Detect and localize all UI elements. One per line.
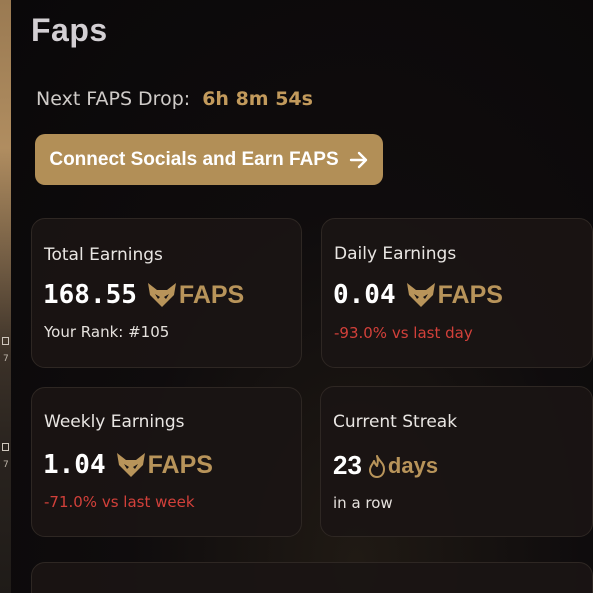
- total-earnings-label: Total Earnings: [44, 245, 163, 265]
- current-streak-label: Current Streak: [333, 412, 458, 432]
- total-earnings-card: Total Earnings 168.55 FAPS Your Rank: #1…: [31, 218, 302, 368]
- faps-page: 7 7 Faps Next FAPS Drop: 6h 8m 54s Conne…: [0, 0, 593, 593]
- next-drop-label: Next FAPS Drop:: [36, 88, 191, 110]
- total-earnings-value-row: 168.55 FAPS: [43, 280, 244, 310]
- streak-subtext: in a row: [333, 494, 393, 512]
- fox-icon: [147, 283, 176, 307]
- next-drop-countdown: 6h 8m 54s: [202, 88, 313, 110]
- weekly-earnings-card: Weekly Earnings 1.04 FAPS -71.0% vs last…: [31, 387, 302, 537]
- strip-box-icon: [2, 443, 9, 451]
- daily-earnings-label: Daily Earnings: [334, 244, 457, 264]
- weekly-earnings-value-row: 1.04 FAPS: [43, 450, 213, 480]
- next-drop-row: Next FAPS Drop: 6h 8m 54s: [36, 88, 313, 110]
- daily-earnings-value: 0.04: [333, 280, 396, 310]
- fox-icon: [116, 453, 145, 477]
- flame-icon: [368, 454, 385, 478]
- strip-glyph: 7: [3, 354, 9, 364]
- weekly-earnings-unit: FAPS: [147, 450, 213, 479]
- total-earnings-unit: FAPS: [178, 280, 245, 309]
- weekly-earnings-value: 1.04: [43, 450, 106, 480]
- weekly-change: -71.0% vs last week: [44, 493, 195, 511]
- daily-earnings-card: Daily Earnings 0.04 FAPS -93.0% vs last …: [321, 218, 593, 368]
- total-earnings-value: 168.55: [43, 280, 137, 310]
- connect-socials-label: Connect Socials and Earn FAPS: [49, 148, 339, 170]
- user-rank: Your Rank: #105: [44, 323, 170, 341]
- strip-box-icon: [2, 337, 9, 345]
- page-title: Faps: [31, 12, 108, 48]
- daily-change: -93.0% vs last day: [334, 324, 473, 342]
- arrow-right-icon: [349, 151, 367, 168]
- daily-earnings-unit: FAPS: [437, 280, 503, 309]
- current-streak-card: Current Streak 23 days in a row: [320, 386, 593, 537]
- background-window-strip: 7 7: [0, 0, 11, 593]
- current-streak-value-row: 23 days: [333, 450, 438, 481]
- strip-glyph: 7: [3, 460, 9, 470]
- current-streak-unit: days: [387, 452, 439, 478]
- fox-icon: [406, 283, 435, 307]
- next-section-card: [31, 562, 593, 593]
- weekly-earnings-label: Weekly Earnings: [44, 412, 185, 432]
- connect-socials-button[interactable]: Connect Socials and Earn FAPS: [35, 134, 383, 185]
- current-streak-value: 23: [333, 450, 362, 480]
- daily-earnings-value-row: 0.04 FAPS: [333, 280, 503, 310]
